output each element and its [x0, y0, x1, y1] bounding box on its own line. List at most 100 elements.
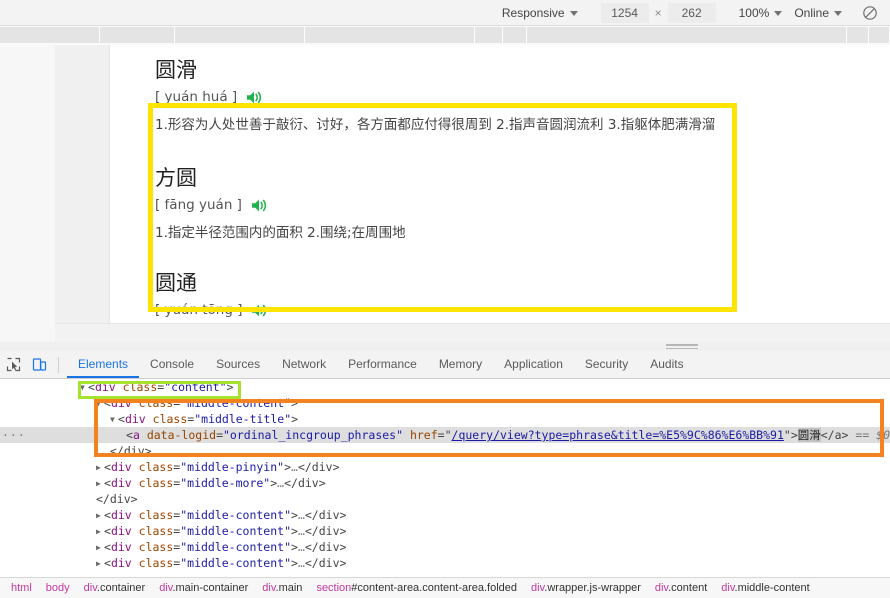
- breadcrumb-item-wrapper[interactable]: div.wrapper.js-wrapper: [524, 582, 648, 594]
- collapse-triangle-icon[interactable]: ▶: [96, 556, 104, 572]
- breadcrumb-item-body[interactable]: body: [39, 582, 77, 594]
- dom-attr-name: class: [122, 380, 158, 394]
- viewport-width-input[interactable]: 1254: [600, 2, 649, 23]
- dom-close-tag: </div>: [304, 556, 347, 570]
- dom-selected-reference: == $0: [855, 428, 890, 442]
- entry-title[interactable]: 方圆: [155, 165, 406, 191]
- dom-attr-name: class: [138, 508, 174, 522]
- dom-tag-name: div: [94, 380, 116, 394]
- breadcrumb-item-main-container[interactable]: div.main-container: [152, 582, 255, 594]
- dom-close-tag: </div>: [96, 492, 138, 506]
- dom-gutter-marker[interactable]: ···: [2, 427, 25, 443]
- dom-text-node: 圆滑: [797, 428, 821, 442]
- dom-breadcrumb: html body div.container div.main-contain…: [0, 577, 890, 598]
- throttling-select[interactable]: Online: [788, 4, 848, 22]
- dom-ellipsis: …: [297, 524, 305, 538]
- speaker-icon[interactable]: [251, 198, 269, 213]
- tab-elements[interactable]: Elements: [67, 351, 140, 378]
- breadcrumb-name: div: [83, 582, 97, 594]
- dom-tag-name: a: [132, 428, 140, 442]
- dom-ellipsis: …: [297, 556, 305, 570]
- tab-memory[interactable]: Memory: [428, 351, 493, 378]
- collapse-triangle-icon[interactable]: ▶: [96, 508, 104, 524]
- tab-application[interactable]: Application: [493, 351, 574, 378]
- dom-tag-name: div: [110, 524, 132, 538]
- dom-node-content[interactable]: ▼ <div class="content">: [0, 379, 890, 395]
- device-toolbar-icon[interactable]: [26, 352, 52, 378]
- breadcrumb-class: .main-container: [172, 582, 249, 594]
- dom-tag-name: div: [110, 476, 132, 490]
- dom-attr-value: "ordinal_incgroup_phrases": [223, 428, 404, 442]
- dom-node-anchor-selected[interactable]: ··· <a data-logid="ordinal_incgroup_phras…: [0, 427, 890, 443]
- dom-close-tag: </div>: [284, 476, 326, 490]
- dom-node-middle-content-3[interactable]: ▶ <div class="middle-content">…</div>: [0, 523, 890, 539]
- dom-node-middle-content-4[interactable]: ▶ <div class="middle-content">…</div>: [0, 539, 890, 555]
- viewport-height-input[interactable]: 262: [667, 2, 716, 23]
- dom-tag-name: div: [110, 396, 132, 410]
- chevron-down-icon: [774, 11, 783, 16]
- expand-triangle-icon[interactable]: ▼: [80, 380, 88, 396]
- dom-node-middle-more[interactable]: ▶ <div class="middle-more">…</div>: [0, 475, 890, 491]
- ruler-segment: [175, 27, 305, 43]
- breadcrumb-item-main[interactable]: div.main: [255, 582, 309, 594]
- viewport-size-group: 1254 × 262: [598, 2, 719, 23]
- dom-close-tag: </div>: [304, 508, 347, 522]
- page-footer-strip: [55, 323, 890, 342]
- chevron-down-icon: [569, 11, 578, 16]
- dom-node-middle-content[interactable]: ▼ <div class="middle-content">: [0, 395, 890, 411]
- dom-attr-value: "middle-more": [180, 476, 271, 490]
- ruler-segment: [847, 27, 869, 43]
- breadcrumb-name: div: [531, 582, 545, 594]
- dom-node-middle-pinyin[interactable]: ▶ <div class="middle-pinyin">…</div>: [0, 459, 890, 475]
- dom-node-middle-content-5[interactable]: ▶ <div class="middle-content">…</div>: [0, 555, 890, 571]
- toolbar-divider: [58, 356, 59, 373]
- entry-title[interactable]: 圆通: [155, 270, 269, 296]
- breadcrumb-item-content-area[interactable]: section#content-area.content-area.folded: [309, 582, 524, 594]
- collapse-triangle-icon[interactable]: ▶: [96, 476, 104, 492]
- tab-sources[interactable]: Sources: [205, 351, 271, 378]
- device-preset-select[interactable]: Responsive: [496, 4, 584, 22]
- breadcrumb-name: div: [159, 582, 173, 594]
- breadcrumb-class: #content-area.content-area.folded: [351, 582, 518, 594]
- speaker-icon[interactable]: [246, 90, 264, 105]
- zoom-select[interactable]: 100%: [733, 4, 789, 22]
- dom-close-middle-content[interactable]: </div>: [0, 491, 890, 507]
- breadcrumb-item-container[interactable]: div.container: [77, 582, 153, 594]
- tab-performance[interactable]: Performance: [337, 351, 428, 378]
- expand-triangle-icon[interactable]: ▼: [110, 412, 118, 428]
- ruler-segment: [475, 27, 503, 43]
- breadcrumb-item-html[interactable]: html: [4, 582, 39, 594]
- no-throttle-icon[interactable]: [862, 5, 878, 21]
- collapse-triangle-icon[interactable]: ▶: [96, 460, 104, 476]
- dom-close-tag: </div>: [297, 460, 340, 474]
- inspect-element-icon[interactable]: [0, 352, 26, 378]
- chevron-down-icon: [834, 11, 842, 16]
- splitter-grip-icon[interactable]: [666, 344, 698, 349]
- tab-security[interactable]: Security: [574, 351, 639, 378]
- tab-console[interactable]: Console: [139, 351, 205, 378]
- ruler-segment: [305, 27, 475, 43]
- entry-title[interactable]: 圆滑: [155, 57, 715, 83]
- tab-network[interactable]: Network: [271, 351, 337, 378]
- dom-attr-name: data-logid: [146, 428, 217, 442]
- breadcrumb-item-middle-content[interactable]: div.middle-content: [714, 582, 816, 594]
- dom-node-middle-title[interactable]: ▼ <div class="middle-title">: [0, 411, 890, 427]
- dom-attr-name: class: [152, 412, 188, 426]
- dom-attr-name: class: [138, 540, 174, 554]
- entry-definition: 1.指定半径范围内的面积 2.围绕;在周围地: [155, 225, 406, 242]
- dom-close-middle-title[interactable]: </div>: [0, 443, 890, 459]
- dom-href-link[interactable]: /query/view?type=phrase&title=%E5%9C%86%…: [452, 428, 784, 442]
- dom-ellipsis: …: [297, 540, 305, 554]
- dom-attr-value: "middle-content": [180, 540, 291, 554]
- speaker-icon[interactable]: [251, 303, 269, 318]
- tab-audits[interactable]: Audits: [639, 351, 694, 378]
- entry-pinyin-row: [ fāng yuán ]: [155, 197, 406, 213]
- collapse-triangle-icon[interactable]: ▶: [96, 540, 104, 556]
- dom-close-tag: </div>: [304, 524, 347, 538]
- collapse-triangle-icon[interactable]: ▶: [96, 524, 104, 540]
- breadcrumb-item-content[interactable]: div.content: [648, 582, 714, 594]
- expand-triangle-icon[interactable]: ▼: [96, 396, 104, 412]
- dom-tree[interactable]: ▼ <div class="content"> ▼ <div class="midd…: [0, 379, 890, 577]
- dom-node-middle-content-2[interactable]: ▶ <div class="middle-content">…</div>: [0, 507, 890, 523]
- device-emulation-toolbar: Responsive 1254 × 262 100% Online: [0, 0, 890, 26]
